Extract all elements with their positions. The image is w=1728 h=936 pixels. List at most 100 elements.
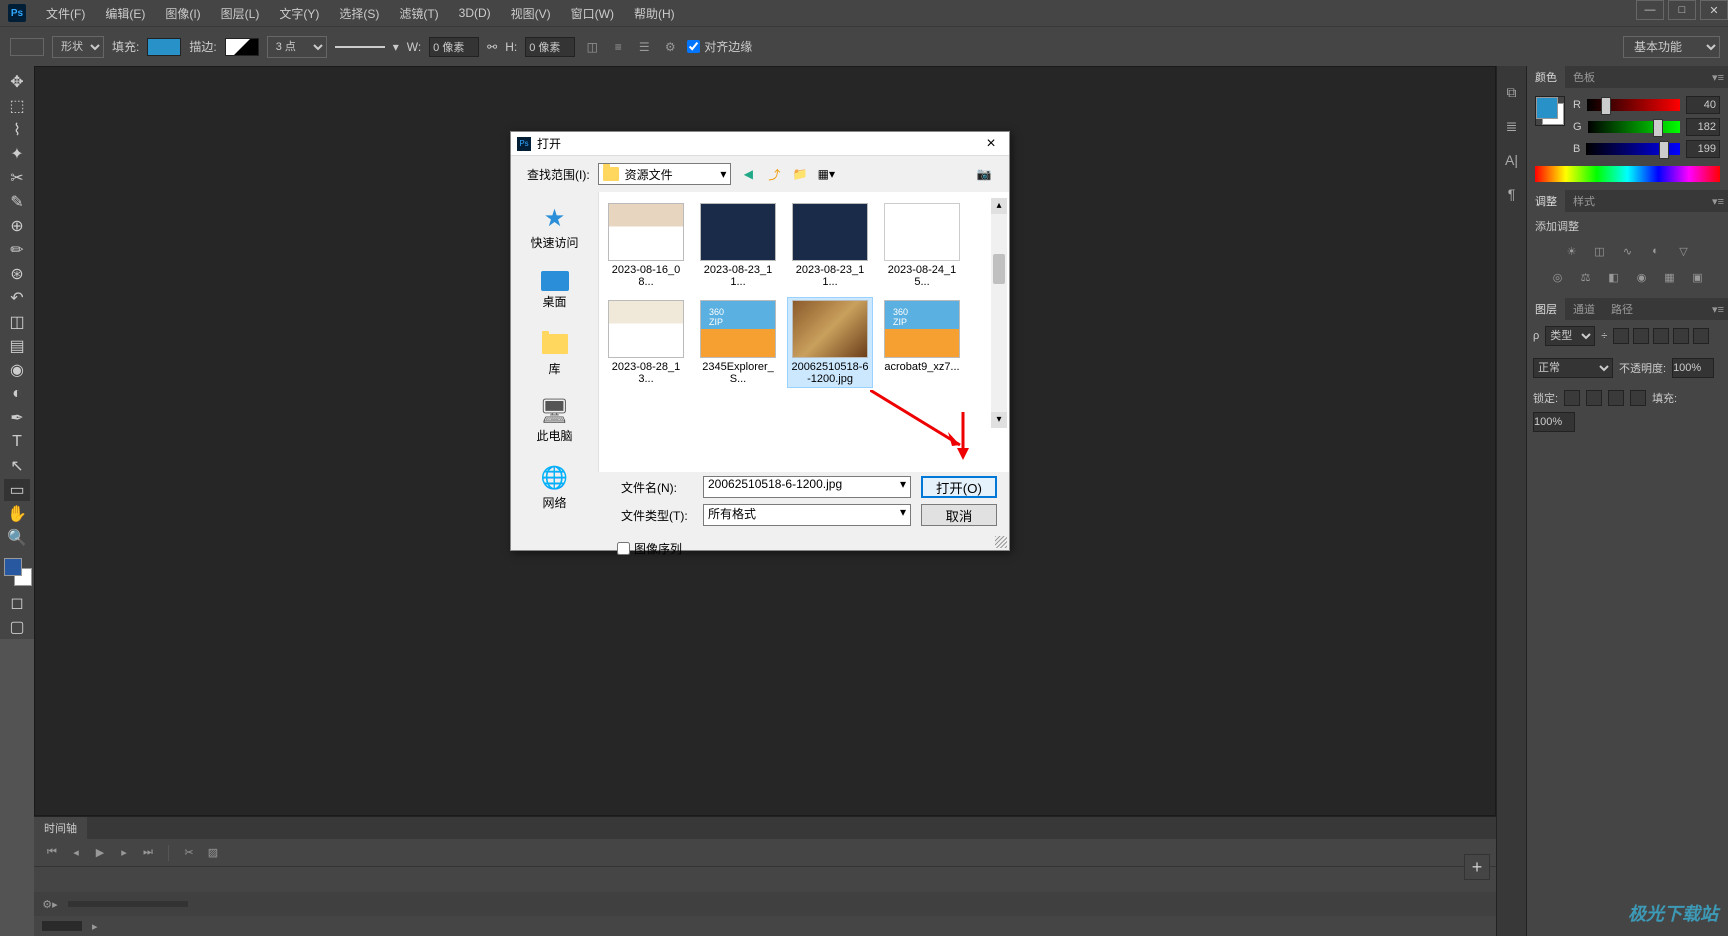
curves-icon[interactable]: ∿ [1619, 242, 1637, 260]
history-icon[interactable]: ⧉ [1502, 82, 1522, 102]
paragraph-icon[interactable]: ¶ [1502, 184, 1522, 204]
opacity-input[interactable] [1672, 358, 1714, 378]
move-tool[interactable]: ✥ [4, 71, 30, 93]
width-input[interactable] [429, 37, 479, 57]
last-frame-icon[interactable]: ⏭ [140, 846, 156, 859]
properties-icon[interactable]: ≣ [1502, 116, 1522, 136]
lookup-icon[interactable]: ▣ [1689, 268, 1707, 286]
gear-icon[interactable]: ⚙ [661, 38, 679, 56]
height-input[interactable] [525, 37, 575, 57]
menu-view[interactable]: 视图(V) [501, 5, 561, 22]
lookin-combo[interactable]: 资源文件 ▾ [598, 163, 732, 185]
stroke-swatch[interactable] [225, 38, 259, 56]
menu-select[interactable]: 选择(S) [329, 5, 389, 22]
lasso-tool[interactable]: ⌇ [4, 119, 30, 141]
foreground-color-swatch[interactable] [4, 558, 22, 576]
stroke-width-select[interactable]: 3 点 [267, 36, 327, 58]
sidebar-desktop[interactable]: 桌面 [511, 265, 598, 316]
exposure-icon[interactable]: ◐ [1647, 242, 1665, 260]
dialog-close-button[interactable]: × [979, 135, 1003, 153]
menu-help[interactable]: 帮助(H) [624, 5, 685, 22]
file-item[interactable]: 2023-08-24_15... [879, 200, 965, 291]
rectangle-tool[interactable]: ▭ [4, 479, 30, 501]
transition-icon[interactable]: ▨ [205, 846, 221, 859]
menu-window[interactable]: 窗口(W) [561, 5, 624, 22]
scroll-thumb[interactable] [993, 254, 1005, 284]
crop-tool[interactable]: ✂ [4, 167, 30, 189]
path-ops-icon[interactable]: ◫ [583, 38, 601, 56]
quickmask-tool[interactable]: ◻ [4, 592, 30, 614]
shape-mode-select[interactable]: 形状 [52, 36, 104, 58]
g-input[interactable] [1686, 118, 1720, 136]
up-icon[interactable]: ⤴ [765, 165, 783, 183]
color-panel-menu-icon[interactable]: ▾≡ [1712, 71, 1724, 84]
b-input[interactable] [1686, 140, 1720, 158]
sidebar-library[interactable]: 库 [511, 324, 598, 383]
layer-filter-select[interactable]: 类型 [1545, 326, 1595, 346]
open-button[interactable]: 打开(O) [921, 476, 997, 498]
character-icon[interactable]: A| [1502, 150, 1522, 170]
prev-frame-icon[interactable]: ◂ [68, 846, 84, 859]
layers-panel-menu-icon[interactable]: ▾≡ [1712, 303, 1724, 316]
fill-swatch[interactable] [147, 38, 181, 56]
wand-tool[interactable]: ✦ [4, 143, 30, 165]
close-button[interactable]: ✕ [1700, 0, 1728, 20]
file-item[interactable]: 2023-08-23_11... [787, 200, 873, 291]
file-item[interactable]: 2023-08-23_11... [695, 200, 781, 291]
scroll-down-icon[interactable]: ▾ [991, 412, 1007, 428]
workspace-select[interactable]: 基本功能 [1623, 36, 1720, 58]
menu-file[interactable]: 文件(F) [36, 5, 95, 22]
b-slider[interactable] [1586, 143, 1680, 155]
spectrum-strip[interactable] [1535, 166, 1720, 182]
lock-all-icon[interactable] [1608, 390, 1624, 406]
menu-image[interactable]: 图像(I) [155, 5, 210, 22]
gradient-tool[interactable]: ▤ [4, 335, 30, 357]
tab-paths[interactable]: 路径 [1603, 298, 1641, 320]
color-preview[interactable] [1535, 96, 1565, 126]
maximize-button[interactable]: □ [1668, 0, 1696, 20]
eyedropper-tool[interactable]: ✎ [4, 191, 30, 213]
pen-tool[interactable]: ✒ [4, 407, 30, 429]
screenmode-tool[interactable]: ▢ [4, 616, 30, 638]
filter-pixel-icon[interactable] [1613, 328, 1629, 344]
tab-layers[interactable]: 图层 [1527, 298, 1565, 320]
type-tool[interactable]: T [4, 431, 30, 453]
menu-filter[interactable]: 滤镜(T) [389, 5, 448, 22]
adjustments-panel-menu-icon[interactable]: ▾≡ [1712, 195, 1724, 208]
bw-icon[interactable]: ◧ [1605, 268, 1623, 286]
blend-mode-select[interactable]: 正常 [1533, 358, 1613, 378]
sidebar-quickaccess[interactable]: ★快速访问 [511, 198, 598, 257]
new-folder-icon[interactable]: 📁 [791, 165, 809, 183]
hand-tool[interactable]: ✋ [4, 503, 30, 525]
align-icon[interactable]: ≡ [609, 38, 627, 56]
photo-filter-icon[interactable]: ◉ [1633, 268, 1651, 286]
blur-tool[interactable]: ◉ [4, 359, 30, 381]
scroll-up-icon[interactable]: ▴ [991, 198, 1007, 214]
tab-channels[interactable]: 通道 [1565, 298, 1603, 320]
resize-grip[interactable] [995, 536, 1007, 548]
minimize-button[interactable]: — [1636, 0, 1664, 20]
color-swatches[interactable] [2, 556, 32, 586]
r-input[interactable] [1686, 96, 1720, 114]
tab-timeline[interactable]: 时间轴 [34, 817, 87, 839]
tab-adjustments[interactable]: 调整 [1527, 190, 1565, 212]
file-item-selected[interactable]: 20062510518-6-1200.jpg [787, 297, 873, 388]
filename-input[interactable]: 20062510518-6-1200.jpg▾ [703, 476, 911, 498]
play-icon[interactable]: ▶ [92, 846, 108, 859]
history-brush-tool[interactable]: ↶ [4, 287, 30, 309]
image-sequence-checkbox[interactable] [617, 542, 630, 555]
link-wh-icon[interactable]: ⚯ [487, 40, 497, 54]
next-frame-icon[interactable]: ▸ [116, 846, 132, 859]
heal-tool[interactable]: ⊕ [4, 215, 30, 237]
tool-preset-icon[interactable] [10, 38, 44, 56]
tab-swatches[interactable]: 色板 [1565, 66, 1603, 88]
add-media-button[interactable]: + [1464, 854, 1490, 880]
mixer-icon[interactable]: ▦ [1661, 268, 1679, 286]
stamp-tool[interactable]: ⊛ [4, 263, 30, 285]
status-menu-icon[interactable]: ▸ [92, 920, 98, 933]
cancel-button[interactable]: 取消 [921, 504, 997, 526]
filter-adjust-icon[interactable] [1633, 328, 1649, 344]
zoom-slider[interactable] [68, 901, 188, 907]
zoom-tool[interactable]: 🔍 [4, 527, 30, 549]
menu-layer[interactable]: 图层(L) [211, 5, 270, 22]
